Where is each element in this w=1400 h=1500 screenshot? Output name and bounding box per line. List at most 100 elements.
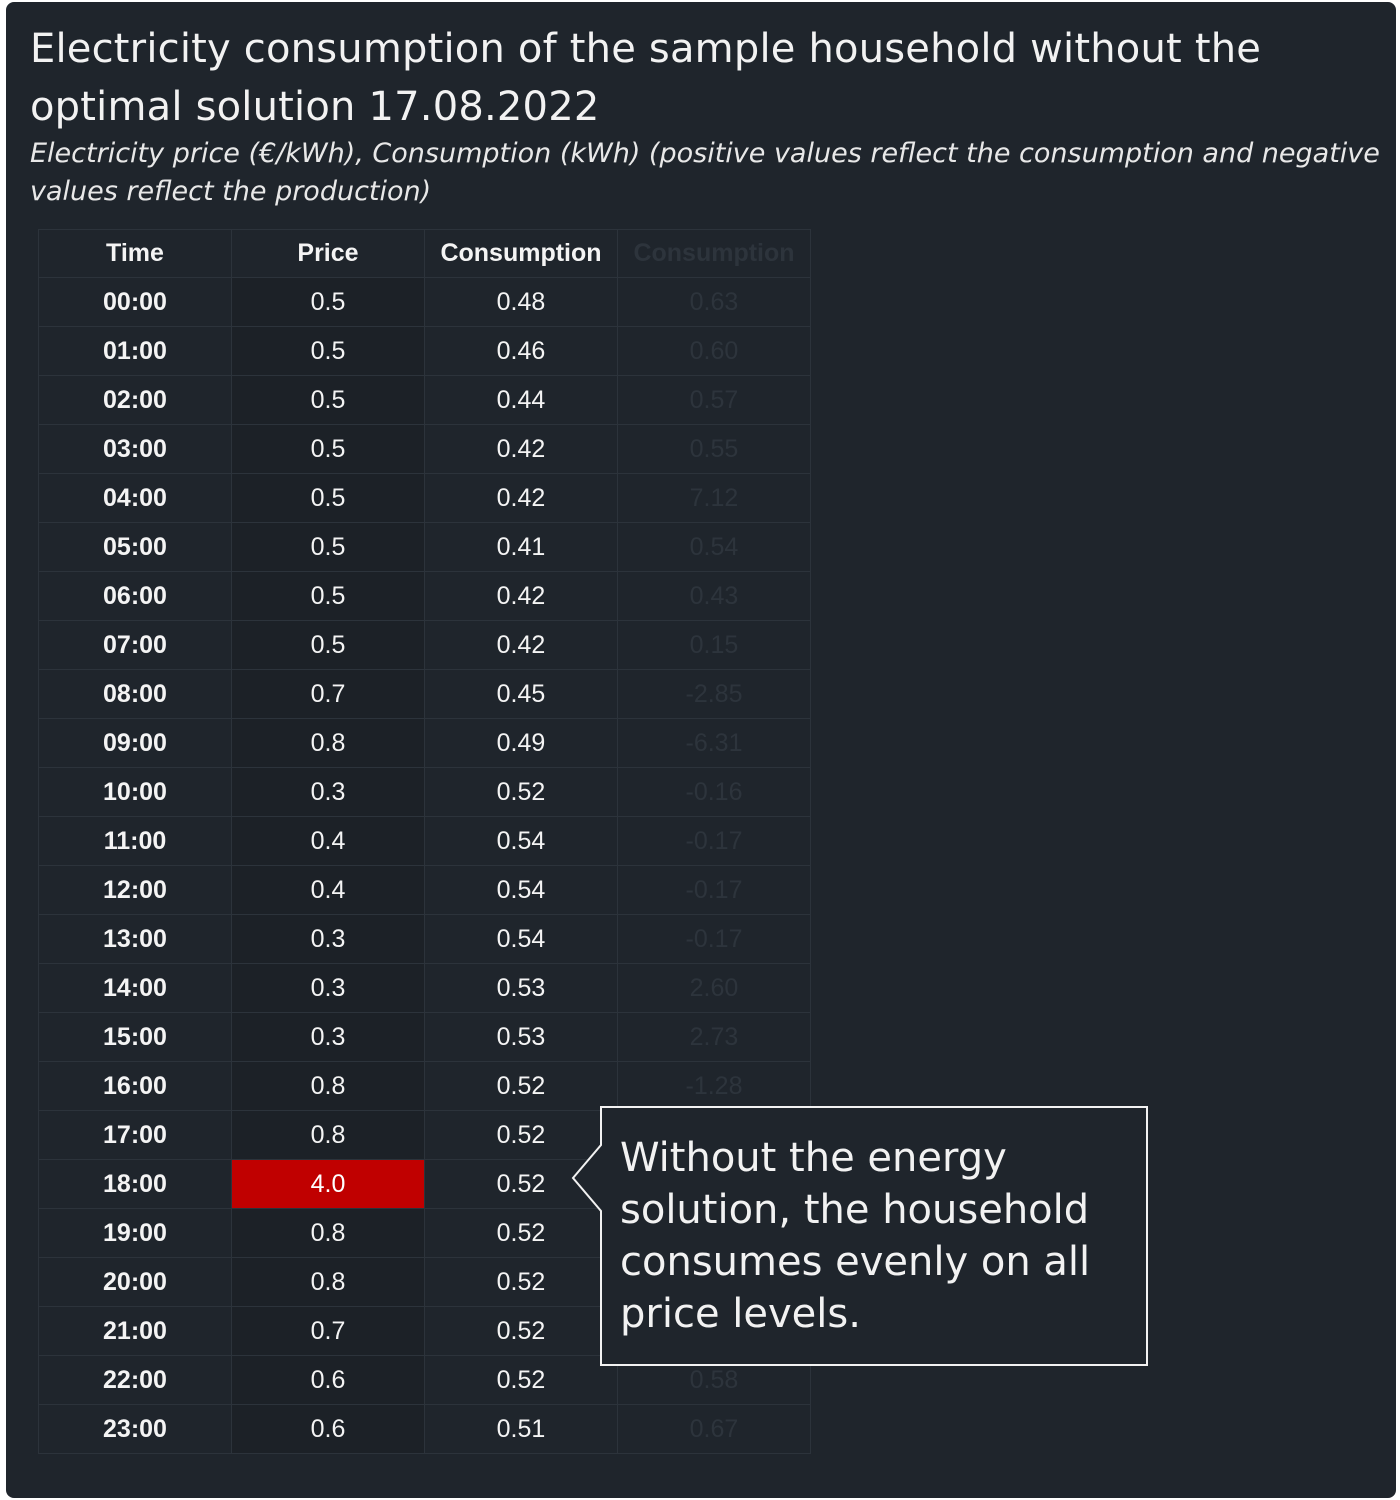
time-cell: 21:00 bbox=[38, 1306, 232, 1356]
time-cell: 02:00 bbox=[38, 375, 232, 425]
consumption-cell: 0.42 bbox=[424, 473, 618, 523]
time-cell: 19:00 bbox=[38, 1208, 232, 1258]
table-row: 06:00 0.5 0.42 0.43 bbox=[38, 571, 811, 621]
price-cell: 0.8 bbox=[231, 1061, 425, 1111]
consumption-cell: 0.41 bbox=[424, 522, 618, 572]
consumption-faded-cell: 0.43 bbox=[617, 571, 811, 621]
time-cell: 00:00 bbox=[38, 277, 232, 327]
price-cell: 0.4 bbox=[231, 816, 425, 866]
price-cell: 0.7 bbox=[231, 669, 425, 719]
price-cell: 0.8 bbox=[231, 718, 425, 768]
column-header-price: Price bbox=[231, 229, 425, 278]
time-cell: 22:00 bbox=[38, 1355, 232, 1405]
price-cell: 0.5 bbox=[231, 620, 425, 670]
price-cell: 0.8 bbox=[231, 1257, 425, 1307]
consumption-faded-cell: 0.57 bbox=[617, 375, 811, 425]
price-cell: 0.5 bbox=[231, 473, 425, 523]
consumption-cell: 0.52 bbox=[424, 1355, 618, 1405]
table-row: 14:00 0.3 0.53 2.60 bbox=[38, 963, 811, 1013]
price-cell: 0.3 bbox=[231, 914, 425, 964]
page-title: Electricity consumption of the sample ho… bbox=[30, 26, 1262, 130]
table-row: 15:00 0.3 0.53 2.73 bbox=[38, 1012, 811, 1062]
consumption-faded-cell: -0.17 bbox=[617, 914, 811, 964]
time-cell: 01:00 bbox=[38, 326, 232, 376]
price-cell: 0.5 bbox=[231, 277, 425, 327]
consumption-faded-cell: 0.67 bbox=[617, 1404, 811, 1454]
consumption-faded-cell: -2.85 bbox=[617, 669, 811, 719]
price-cell: 0.8 bbox=[231, 1110, 425, 1160]
time-cell: 04:00 bbox=[38, 473, 232, 523]
table-row: 04:00 0.5 0.42 7.12 bbox=[38, 473, 811, 523]
time-cell: 08:00 bbox=[38, 669, 232, 719]
consumption-cell: 0.51 bbox=[424, 1404, 618, 1454]
consumption-cell: 0.52 bbox=[424, 1061, 618, 1111]
consumption-cell: 0.54 bbox=[424, 816, 618, 866]
consumption-cell: 0.53 bbox=[424, 1012, 618, 1062]
table-row: 13:00 0.3 0.54 -0.17 bbox=[38, 914, 811, 964]
price-cell: 0.6 bbox=[231, 1355, 425, 1405]
price-cell: 0.6 bbox=[231, 1404, 425, 1454]
table-row: 00:00 0.5 0.48 0.63 bbox=[38, 277, 811, 327]
table-row: 10:00 0.3 0.52 -0.16 bbox=[38, 767, 811, 817]
consumption-cell: 0.52 bbox=[424, 1110, 618, 1160]
price-cell: 0.5 bbox=[231, 326, 425, 376]
consumption-cell: 0.54 bbox=[424, 865, 618, 915]
price-cell: 0.3 bbox=[231, 1012, 425, 1062]
consumption-cell: 0.53 bbox=[424, 963, 618, 1013]
price-cell: 0.5 bbox=[231, 375, 425, 425]
time-cell: 07:00 bbox=[38, 620, 232, 670]
consumption-cell: 0.46 bbox=[424, 326, 618, 376]
callout-text: Without the energy solution, the househo… bbox=[620, 1135, 1091, 1337]
price-cell: 0.4 bbox=[231, 865, 425, 915]
table-row: 05:00 0.5 0.41 0.54 bbox=[38, 522, 811, 572]
price-cell: 0.5 bbox=[231, 522, 425, 572]
table-row: 02:00 0.5 0.44 0.57 bbox=[38, 375, 811, 425]
time-cell: 20:00 bbox=[38, 1257, 232, 1307]
consumption-cell: 0.42 bbox=[424, 424, 618, 474]
price-cell: 0.3 bbox=[231, 963, 425, 1013]
consumption-faded-cell: 2.73 bbox=[617, 1012, 811, 1062]
table-row: 07:00 0.5 0.42 0.15 bbox=[38, 620, 811, 670]
time-cell: 12:00 bbox=[38, 865, 232, 915]
consumption-faded-cell: -1.28 bbox=[617, 1061, 811, 1111]
price-cell: 0.7 bbox=[231, 1306, 425, 1356]
column-header-time: Time bbox=[38, 229, 232, 278]
time-cell: 16:00 bbox=[38, 1061, 232, 1111]
header-row: Time Price Consumption Consumption bbox=[38, 229, 811, 278]
price-cell: 0.8 bbox=[231, 1208, 425, 1258]
consumption-cell: 0.49 bbox=[424, 718, 618, 768]
consumption-cell: 0.44 bbox=[424, 375, 618, 425]
table-row: 09:00 0.8 0.49 -6.31 bbox=[38, 718, 811, 768]
consumption-cell: 0.52 bbox=[424, 1306, 618, 1356]
table-row: 01:00 0.5 0.46 0.60 bbox=[38, 326, 811, 376]
price-cell: 0.5 bbox=[231, 571, 425, 621]
consumption-cell: 0.45 bbox=[424, 669, 618, 719]
time-cell: 06:00 bbox=[38, 571, 232, 621]
consumption-faded-cell: 0.55 bbox=[617, 424, 811, 474]
time-cell: 18:00 bbox=[38, 1159, 232, 1209]
consumption-faded-cell: 0.54 bbox=[617, 522, 811, 572]
time-cell: 03:00 bbox=[38, 424, 232, 474]
price-cell: 0.3 bbox=[231, 767, 425, 817]
consumption-cell: 0.42 bbox=[424, 571, 618, 621]
consumption-faded-cell: 0.60 bbox=[617, 326, 811, 376]
time-cell: 13:00 bbox=[38, 914, 232, 964]
time-cell: 05:00 bbox=[38, 522, 232, 572]
consumption-cell: 0.52 bbox=[424, 767, 618, 817]
consumption-faded-cell: 0.15 bbox=[617, 620, 811, 670]
consumption-faded-cell: 7.12 bbox=[617, 473, 811, 523]
table-row: 03:00 0.5 0.42 0.55 bbox=[38, 424, 811, 474]
time-cell: 09:00 bbox=[38, 718, 232, 768]
table-row: 08:00 0.7 0.45 -2.85 bbox=[38, 669, 811, 719]
column-header-consumption-faded: Consumption bbox=[617, 229, 811, 278]
table-row: 12:00 0.4 0.54 -0.17 bbox=[38, 865, 811, 915]
consumption-cell: 0.52 bbox=[424, 1208, 618, 1258]
consumption-cell: 0.54 bbox=[424, 914, 618, 964]
consumption-faded-cell: 0.63 bbox=[617, 277, 811, 327]
consumption-faded-cell: -6.31 bbox=[617, 718, 811, 768]
time-cell: 17:00 bbox=[38, 1110, 232, 1160]
price-cell: 4.0 bbox=[231, 1159, 425, 1209]
time-cell: 15:00 bbox=[38, 1012, 232, 1062]
consumption-cell: 0.52 bbox=[424, 1257, 618, 1307]
column-header-consumption: Consumption bbox=[424, 229, 618, 278]
